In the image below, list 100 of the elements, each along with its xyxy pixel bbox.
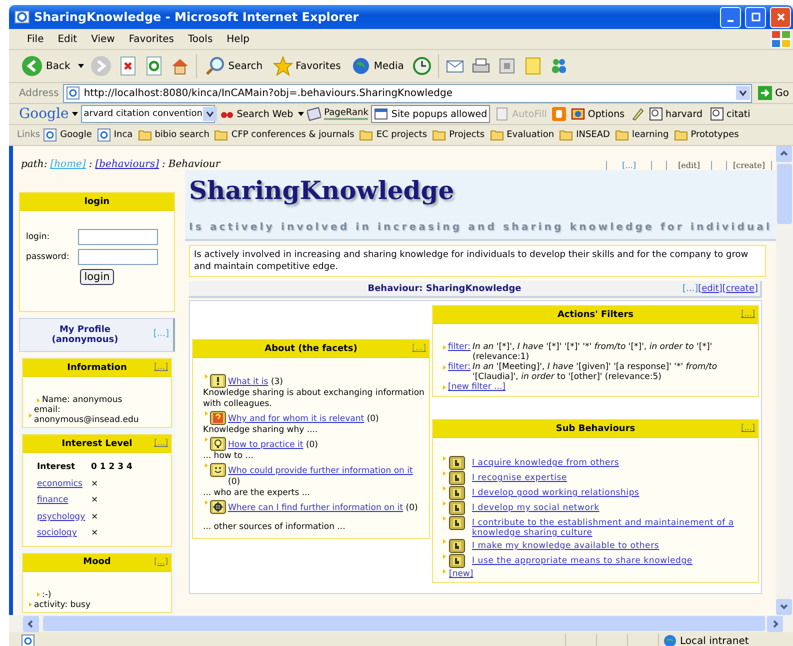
scroll-right-icon[interactable] (767, 616, 783, 632)
menu-item[interactable]: Help (220, 32, 256, 46)
history-icon[interactable] (412, 56, 432, 76)
page-action-link[interactable]: [...] (622, 161, 636, 170)
link-bookmark[interactable]: bibio search (136, 127, 212, 143)
address-label: Address (19, 88, 59, 98)
menu-item[interactable]: View (85, 32, 121, 46)
menu-item[interactable]: File (21, 32, 50, 46)
link-bookmark[interactable]: Google (41, 127, 94, 143)
password-input[interactable] (78, 249, 158, 265)
filter-link[interactable]: filter: (448, 362, 470, 372)
popup-blocker-button[interactable]: Site popups allowed (371, 105, 490, 123)
address-field[interactable]: http://localhost:8080/kinca/InCAMain?obj=.behaviours.SharingKnowledge (62, 84, 752, 102)
home-icon[interactable] (170, 56, 190, 76)
login-button[interactable]: login (80, 269, 114, 285)
search-button[interactable]: Search (203, 55, 265, 77)
dropdown-arrow-icon[interactable] (72, 112, 78, 116)
refresh-icon[interactable] (144, 56, 164, 76)
options-button[interactable]: Options (568, 106, 627, 122)
link-bookmark[interactable]: Evaluation (488, 127, 556, 143)
scroll-left-icon[interactable] (23, 616, 39, 632)
sub-behaviour-link[interactable]: I acquire knowledge from others (468, 456, 620, 468)
favorites-button[interactable]: Favorites (270, 55, 343, 77)
scroll-thumb[interactable] (43, 616, 765, 631)
star-icon (272, 56, 293, 76)
highlighter-icon[interactable] (630, 107, 644, 121)
panel-header: Sub Behaviours [...] (433, 420, 758, 438)
scroll-down-icon[interactable] (776, 599, 792, 615)
back-button[interactable]: Back (19, 54, 72, 78)
bullet-icon (443, 569, 446, 574)
go-button[interactable]: Go (756, 85, 791, 101)
sub-behaviour-link[interactable]: I develop my social network (468, 501, 600, 513)
login-input[interactable] (78, 229, 158, 245)
folder-icon (614, 128, 629, 142)
sub-behaviour-link[interactable]: I recognise expertise (468, 471, 568, 483)
maximize-icon (750, 12, 760, 22)
filter-link[interactable]: filter: (448, 342, 470, 352)
sub-behaviour-link[interactable]: I use the appropriate means to share knowledge (468, 554, 692, 566)
topic-link[interactable]: psychology (37, 512, 86, 522)
facet-link[interactable]: Who could provide further information on it (228, 466, 413, 476)
topic-link[interactable]: sociology (37, 528, 77, 538)
minimize-button[interactable] (720, 6, 741, 28)
link-bookmark[interactable]: Projects (430, 127, 487, 143)
link-bookmark[interactable]: EC projects (357, 127, 430, 143)
menu-item[interactable]: Favorites (122, 32, 180, 46)
folder-icon (449, 539, 465, 553)
gear-icon (210, 500, 226, 514)
sub-behaviour-link[interactable]: I make my knowledge available to others (468, 539, 660, 551)
sub-behaviour-link[interactable]: I develop good working relationships (468, 486, 640, 498)
interest-mark: × (91, 528, 98, 538)
link-bookmark[interactable]: CFP conferences & journals (212, 127, 356, 143)
new-sub-behaviour-link[interactable]: [new] (449, 569, 474, 579)
menu-item[interactable]: Edit (52, 32, 84, 46)
facet-link[interactable]: What it is (228, 377, 268, 387)
google-logo[interactable]: Google (19, 106, 69, 122)
link-bookmark[interactable]: Inca (94, 127, 135, 143)
breadcrumb-link[interactable]: [behaviours] (95, 159, 159, 170)
login-label: login: (26, 232, 51, 242)
edit-icon[interactable] (496, 56, 517, 76)
new-filter-link[interactable]: [new filter ...] (448, 382, 506, 392)
menu-item[interactable]: Tools (182, 32, 219, 46)
bullet-icon (443, 345, 446, 350)
search-term-button[interactable]: harvard (646, 106, 705, 122)
pagerank-indicator: PageRank (324, 108, 368, 120)
sub-behaviour-link[interactable]: I contribute to the establishment and maintainement of a knowledge sharing culture (468, 516, 754, 538)
dropdown-arrow-icon[interactable] (298, 112, 304, 116)
google-search-field[interactable]: arvard citation convention (80, 105, 215, 123)
facet-count: (0) (306, 440, 318, 450)
facet-link[interactable]: Why and for whom it is relevant (228, 414, 364, 424)
facet-link[interactable]: Where can I find further information on it (228, 503, 404, 513)
description-text: Is actively involved in increasing and sharing knowledge for individuals to develop their skills and for the company to grow and maintain competitive edge. (189, 245, 766, 277)
form-icon (495, 107, 510, 121)
maximize-button[interactable] (745, 6, 766, 28)
topic-link[interactable]: finance (37, 495, 68, 506)
media-button[interactable]: Media (348, 55, 406, 77)
scroll-thumb[interactable] (777, 164, 792, 224)
topic-link[interactable]: economics (37, 478, 82, 489)
link-bookmark[interactable]: INSEAD (557, 127, 612, 143)
bullet-icon (443, 385, 446, 390)
folder-icon (449, 486, 465, 500)
search-web-button[interactable]: Search Web (218, 106, 296, 122)
bullet-icon (443, 365, 446, 370)
horizontal-scrollbar[interactable] (9, 615, 793, 632)
facet-count: (0) (228, 477, 240, 487)
page-action-link[interactable]: [create] (733, 161, 765, 170)
behaviour-action-link[interactable]: [edit] (698, 284, 722, 294)
facet-link[interactable]: How to practice it (228, 440, 304, 450)
dropdown-arrow-icon[interactable] (78, 64, 84, 68)
close-button[interactable] (770, 6, 791, 28)
mood-item: activity: busy (34, 600, 91, 610)
panel-header: Information [...] (23, 359, 171, 377)
scroll-up-icon[interactable] (776, 146, 792, 162)
behaviour-action-link[interactable]: [create] (722, 284, 758, 294)
vertical-scrollbar[interactable] (776, 146, 793, 615)
page-action-link[interactable]: [edit] (678, 161, 700, 170)
interest-heading: Interest (37, 462, 76, 472)
stop-icon[interactable] (118, 56, 138, 76)
search-term-button[interactable]: citati (708, 106, 752, 122)
link-bookmark[interactable]: Prototypes (672, 127, 741, 143)
link-bookmark[interactable]: learning (612, 127, 671, 143)
